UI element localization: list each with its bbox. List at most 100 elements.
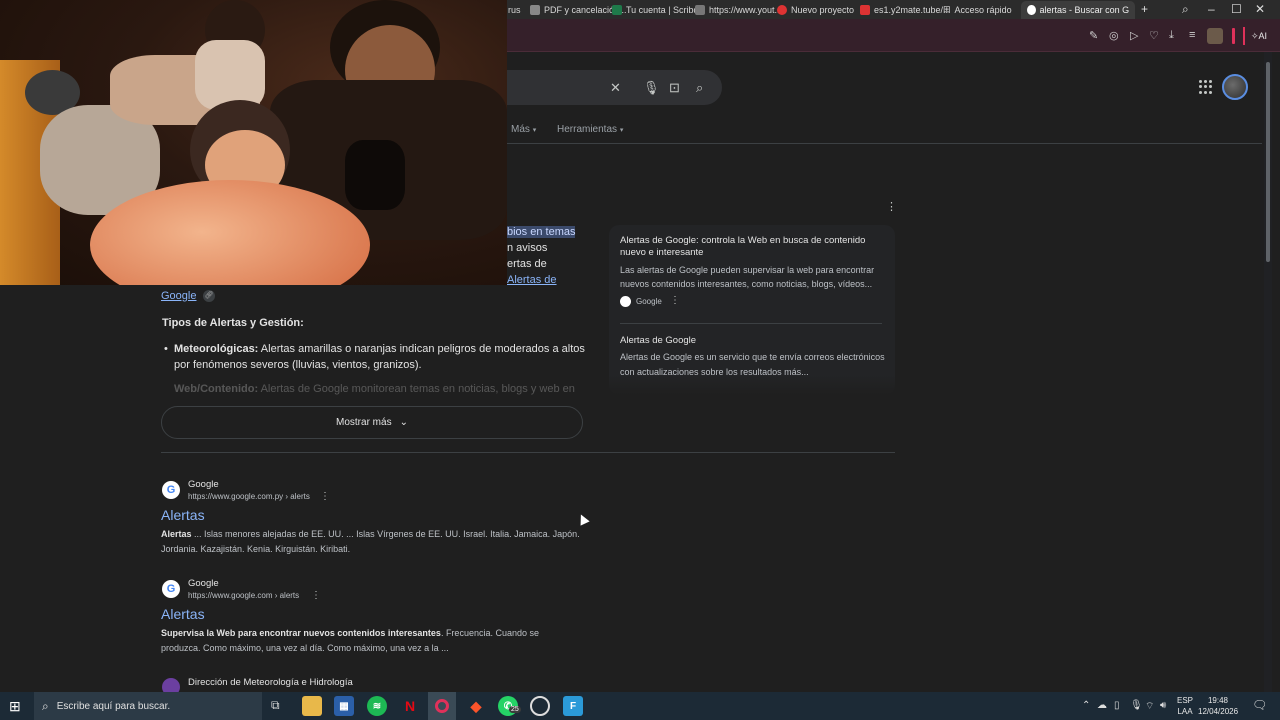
tab-tools-label: Herramientas: [557, 124, 618, 135]
grid-icon: ⊞: [943, 4, 951, 14]
battery-icon[interactable]: ▯: [1114, 700, 1120, 711]
google-icon: [620, 296, 631, 307]
spotify-icon[interactable]: ≋: [367, 696, 387, 716]
freeform-icon[interactable]: F: [563, 696, 583, 716]
result-site-name[interactable]: Google: [188, 479, 219, 490]
more-options-icon[interactable]: ⋮: [311, 590, 321, 601]
taskbar-search-input[interactable]: ⌕ Escribe aquí para buscar.: [34, 692, 262, 720]
windows-taskbar: ⊞ ⌕ Escribe aquí para buscar. ⧉ ▦ ≋ N ◆ …: [0, 692, 1280, 720]
bookmark-item[interactable]: rus: [508, 3, 521, 16]
store-icon[interactable]: ▦: [334, 696, 354, 716]
link-icon[interactable]: 🔗︎: [203, 290, 215, 302]
profile-avatar[interactable]: [1207, 28, 1223, 44]
microphone-shape: [345, 140, 405, 210]
google-icon: G: [162, 481, 180, 499]
caret-down-icon: ▾: [532, 127, 537, 134]
divider: [620, 323, 882, 324]
bookmark-label: rus: [508, 4, 521, 15]
bullet-text: por fenómenos severos (lluvias, vientos,…: [174, 359, 422, 371]
ai-button[interactable]: ✧ AI: [1243, 27, 1273, 45]
cloud-icon[interactable]: ☁: [1097, 700, 1107, 711]
mic-icon[interactable]: 🎙︎: [643, 80, 660, 96]
bookmark-item[interactable]: https://www.yout...: [695, 3, 782, 16]
result-title[interactable]: Alertas: [161, 606, 205, 622]
bookmark-item[interactable]: Tu cuenta | Scribd: [612, 3, 699, 16]
overview-link[interactable]: Alertas de: [507, 274, 557, 286]
opera-gx-icon[interactable]: [428, 692, 456, 720]
language-code: ESP: [1176, 696, 1193, 705]
new-tab-icon[interactable]: +: [1141, 2, 1148, 16]
result-snippet: produzca. Como máximo, una vez al día. C…: [161, 643, 449, 653]
clear-icon[interactable]: ✕: [610, 80, 621, 96]
download-site-icon: [860, 4, 870, 15]
overview-link[interactable]: Google: [161, 290, 196, 302]
network-icon[interactable]: ⌔: [1145, 700, 1154, 713]
bookmark-item[interactable]: ⊞ Acceso rápido: [943, 3, 1012, 16]
source-card-title[interactable]: Alertas de Google: [620, 335, 696, 346]
accent-bar: [1232, 28, 1235, 44]
more-options-icon[interactable]: ⋮: [320, 491, 330, 502]
menu-icon[interactable]: ≡: [1189, 29, 1195, 41]
file-explorer-icon[interactable]: [302, 696, 322, 716]
section-title: Tipos de Alertas y Gestión:: [162, 317, 304, 329]
apps-grid-icon[interactable]: [1199, 80, 1213, 94]
chevron-down-icon: ⌄: [399, 417, 408, 428]
source-card-title[interactable]: Alertas de Google: controla la Web en bu…: [620, 235, 882, 259]
result-snippet: Jordania. Kazajistán. Kenia. Kirguistán.…: [161, 544, 351, 554]
overview-highlight: bios en temas: [507, 226, 576, 238]
notifications-icon[interactable]: 🗨︎: [1252, 698, 1267, 712]
result-title[interactable]: Alertas: [161, 507, 205, 523]
result-site-name[interactable]: Dirección de Meteorología e Hidrología: [188, 677, 353, 688]
clock-time: 19:48: [1207, 696, 1229, 705]
volume-icon[interactable]: 🔊︎: [1160, 700, 1166, 711]
person-body-shape: [195, 40, 265, 110]
more-options-icon[interactable]: ⋮: [886, 200, 897, 213]
netflix-icon[interactable]: N: [400, 696, 420, 716]
more-options-icon[interactable]: ⋮: [670, 295, 680, 306]
bullet-text: Meteorológicas: Alertas amarillas o nara…: [174, 343, 585, 355]
show-more-button[interactable]: Mostrar más ⌄: [161, 406, 583, 439]
system-clock[interactable]: 19:48 12/04/2026: [1198, 695, 1238, 717]
play-icon[interactable]: ▷: [1130, 29, 1138, 42]
mouse-cursor: [576, 512, 590, 526]
tab-tools[interactable]: Herramientas ▾: [557, 124, 623, 135]
search-icon[interactable]: ⌕: [696, 80, 703, 96]
ai-sources-panel: Alertas de Google: controla la Web en bu…: [609, 225, 895, 395]
tab-label: alertas - Buscar con Goog: [1039, 5, 1129, 15]
minimize-icon[interactable]: –: [1208, 2, 1215, 16]
bookmark-label: es1.y2mate.tube/...: [874, 4, 951, 15]
bookmark-item[interactable]: Nuevo proyecto: [777, 3, 854, 16]
divider: [161, 452, 895, 453]
lens-icon[interactable]: ⊡: [669, 80, 680, 96]
tab-alertas[interactable]: alertas - Buscar con Goog: [1021, 1, 1135, 19]
maximize-icon[interactable]: ☐: [1231, 2, 1242, 16]
edit-icon[interactable]: ✎: [1089, 29, 1098, 42]
brave-icon[interactable]: ◆: [466, 696, 486, 716]
close-icon[interactable]: ✕: [1255, 2, 1265, 16]
mic-icon[interactable]: 🎙︎: [1130, 700, 1143, 711]
result-url[interactable]: https://www.google.com.py › alerts: [188, 492, 310, 501]
camera-icon[interactable]: ◎: [1109, 29, 1119, 42]
download-icon[interactable]: ⤓: [1169, 29, 1174, 42]
result-snippet: Alertas ... Islas menores alejadas de EE…: [161, 529, 580, 539]
bookmark-item[interactable]: es1.y2mate.tube/...: [860, 3, 951, 16]
result-site-name[interactable]: Google: [188, 578, 219, 589]
source-card-desc: Las alertas de Google pueden supervisar …: [620, 265, 875, 289]
account-avatar[interactable]: [1222, 74, 1248, 100]
show-more-label: Mostrar más: [336, 417, 392, 428]
scrollbar-thumb[interactable]: [1266, 62, 1270, 262]
tab-more[interactable]: Más ▾: [511, 124, 536, 135]
task-view-icon[interactable]: ⧉: [271, 698, 280, 713]
result-snippet: Supervisa la Web para encontrar nuevos c…: [161, 628, 539, 638]
result-url[interactable]: https://www.google.com › alerts: [188, 591, 299, 600]
overview-line: ertas de: [507, 258, 547, 270]
chevron-up-icon[interactable]: ⌃: [1082, 700, 1090, 711]
scribd-icon: [612, 4, 622, 15]
search-input[interactable]: ✕ 🎙︎ ⊡ ⌕: [480, 70, 722, 105]
clock-date: 12/04/2026: [1198, 707, 1239, 716]
obs-icon[interactable]: [530, 696, 550, 716]
windows-start-icon[interactable]: ⊞: [9, 698, 21, 715]
language-indicator[interactable]: ESP LAA: [1174, 695, 1196, 717]
heart-icon[interactable]: ♡: [1149, 29, 1159, 42]
search-icon[interactable]: ⌕: [1182, 2, 1189, 17]
